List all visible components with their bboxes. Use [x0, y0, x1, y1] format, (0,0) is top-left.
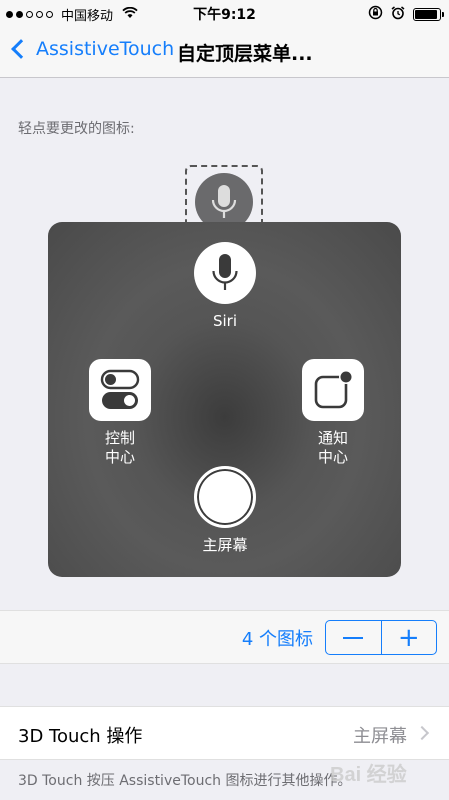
menu-item-notification-center[interactable]: 通知 中心	[302, 359, 364, 467]
watermark: Bai 经验	[330, 764, 407, 786]
battery-icon	[413, 8, 444, 21]
icon-count-label: 4 个图标	[241, 629, 313, 650]
navigation-bar: AssistiveTouch 自定顶层菜单...	[0, 26, 449, 78]
menu-item-label: 控制 中心	[104, 429, 135, 466]
microphone-icon	[211, 185, 237, 218]
decrease-icons-button[interactable]	[326, 621, 382, 654]
minus-icon	[343, 636, 364, 639]
menu-item-siri[interactable]: Siri	[194, 242, 256, 331]
alarm-clock-icon	[391, 5, 405, 24]
3d-touch-action-row[interactable]: 3D Touch 操作 主屏幕	[0, 706, 449, 760]
back-button[interactable]: AssistiveTouch	[8, 38, 174, 60]
battery-level	[415, 10, 437, 19]
plus-icon: +	[397, 622, 420, 653]
rotation-lock-icon	[368, 5, 383, 24]
chevron-left-icon	[11, 39, 31, 59]
control-center-toggles-icon	[89, 359, 151, 421]
menu-item-label: 主屏幕	[202, 536, 248, 554]
home-button-icon	[194, 466, 256, 528]
status-bar: 中国移动 下午9:12	[0, 0, 449, 26]
back-button-label: AssistiveTouch	[36, 38, 175, 60]
siri-microphone-icon	[194, 242, 256, 304]
section-label: 轻点要更改的图标:	[18, 121, 135, 137]
top-level-menu-panel: Siri 控制 中心 通知 中心 主屏幕	[48, 222, 401, 577]
footer-note: 3D Touch 按压 AssistiveTouch 图标进行其他操作。	[18, 773, 352, 789]
menu-item-home[interactable]: 主屏幕	[194, 466, 256, 555]
menu-item-label: Siri	[212, 312, 238, 330]
icon-count-row: 4 个图标 +	[0, 610, 449, 664]
menu-item-label: 通知 中心	[317, 429, 348, 466]
status-right	[368, 5, 444, 24]
3d-touch-value: 主屏幕	[353, 726, 407, 747]
icon-count-stepper: +	[325, 620, 437, 655]
increase-icons-button[interactable]: +	[382, 621, 437, 654]
page-title: 自定顶层菜单...	[177, 43, 313, 65]
3d-touch-label: 3D Touch 操作	[18, 726, 143, 747]
menu-item-control-center[interactable]: 控制 中心	[89, 359, 151, 467]
notification-center-icon	[302, 359, 364, 421]
chevron-right-icon	[414, 725, 430, 741]
